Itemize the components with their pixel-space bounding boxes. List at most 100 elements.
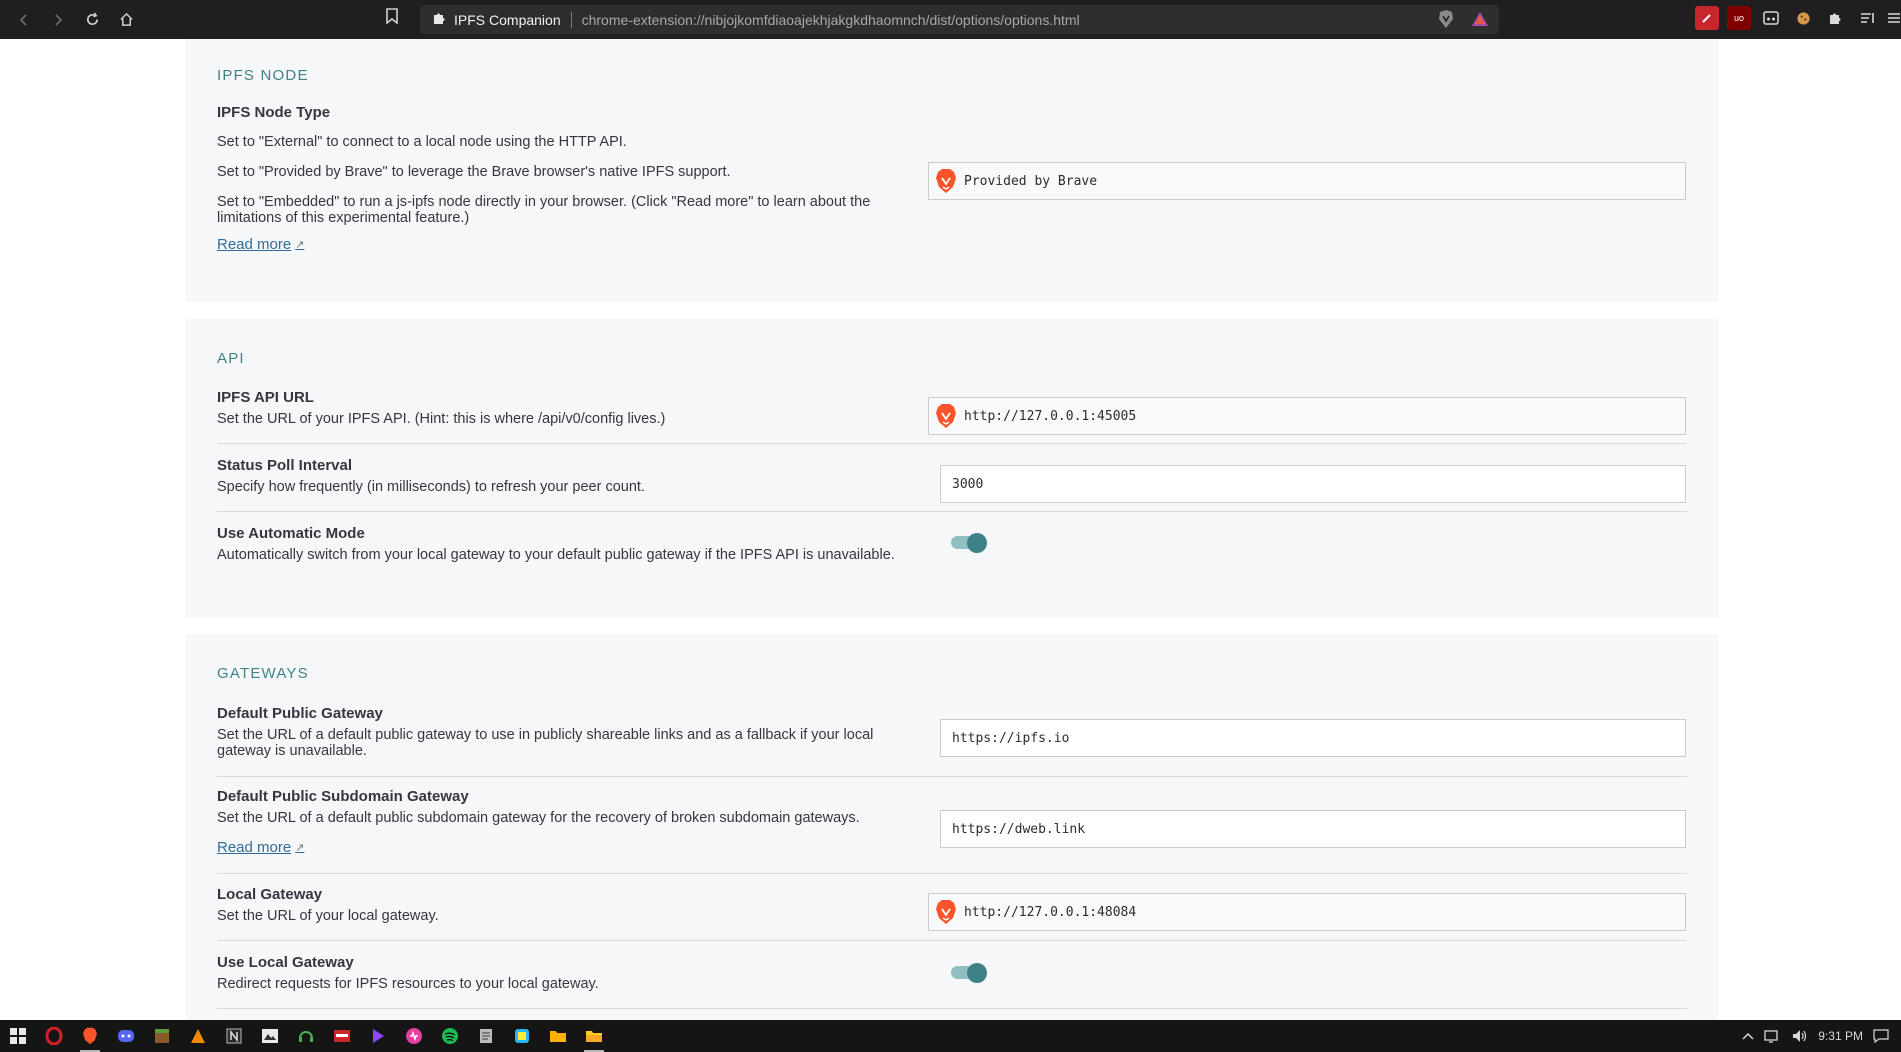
read-more-link-node-type[interactable]: Read more ↗ <box>217 236 304 254</box>
options-page: IPFS NODE IPFS Node Type Set to "Externa… <box>0 39 1901 1020</box>
node-type-desc-brave: Set to "Provided by Brave" to leverage t… <box>217 164 731 180</box>
reload-icon <box>86 12 98 26</box>
photo-app-icon <box>262 1029 278 1043</box>
automatic-mode-toggle[interactable] <box>951 531 987 553</box>
taskbar-twitch[interactable] <box>360 1020 396 1052</box>
use-local-gateway-desc: Redirect requests for IPFS resources to … <box>217 976 599 992</box>
reload-button[interactable] <box>76 4 108 36</box>
section-title-api: API <box>217 350 245 367</box>
arrow-right-icon <box>55 13 63 26</box>
brave-lion-icon <box>936 169 956 193</box>
forward-button[interactable] <box>42 4 74 36</box>
notion-icon <box>226 1028 242 1044</box>
api-url-input[interactable]: http://127.0.0.1:45005 <box>928 397 1686 435</box>
chevron-up-icon[interactable] <box>1742 1032 1754 1040</box>
reader-extension-icon[interactable] <box>1759 6 1783 30</box>
subdomain-gateway-input[interactable]: https://dweb.link <box>940 810 1686 848</box>
brave-lion-icon <box>936 404 956 428</box>
taskbar-brave[interactable] <box>72 1020 108 1052</box>
taskbar-spotify[interactable] <box>432 1020 468 1052</box>
taskbar-headset[interactable] <box>288 1020 324 1052</box>
section-title-gateways: GATEWAYS <box>217 665 309 682</box>
node-type-label: IPFS Node Type <box>217 104 331 121</box>
node-type-select[interactable]: Provided by Brave <box>928 162 1686 200</box>
home-button[interactable] <box>110 4 142 36</box>
twitch-icon <box>373 1029 384 1043</box>
section-title-ipfs-node: IPFS NODE <box>217 67 309 84</box>
read-more-text[interactable]: Read more <box>217 236 291 253</box>
system-tray: 9:31 PM <box>1742 1020 1889 1052</box>
subdomain-gateway-value: https://dweb.link <box>952 821 1086 837</box>
api-url-desc: Set the URL of your IPFS API. (Hint: thi… <box>217 411 666 427</box>
brave-rewards-icon[interactable] <box>1471 9 1489 29</box>
poll-interval-input[interactable]: 3000 <box>940 465 1686 503</box>
start-button[interactable] <box>0 1020 36 1052</box>
vlc-icon <box>191 1029 205 1043</box>
music-icon <box>406 1028 422 1044</box>
taskbar-folder[interactable] <box>540 1020 576 1052</box>
cookie-extension-icon[interactable] <box>1791 6 1815 30</box>
api-url-value: http://127.0.0.1:45005 <box>964 408 1137 424</box>
taskbar-app[interactable] <box>324 1020 360 1052</box>
local-gateway-label: Local Gateway <box>217 886 323 903</box>
windows-taskbar: 9:31 PM <box>0 1020 1901 1052</box>
brave-icon <box>83 1027 97 1045</box>
taskbar-notes[interactable] <box>468 1020 504 1052</box>
read-more-link-subdomain[interactable]: Read more ↗ <box>217 839 304 857</box>
public-gateway-label: Default Public Gateway <box>217 705 383 722</box>
clock[interactable]: 9:31 PM <box>1818 1029 1863 1043</box>
network-icon[interactable] <box>1764 1029 1782 1043</box>
taskbar-music[interactable] <box>396 1020 432 1052</box>
back-button[interactable] <box>8 4 40 36</box>
extensions-puzzle-icon[interactable] <box>1823 6 1847 30</box>
app-icon <box>334 1030 350 1042</box>
notifications-icon[interactable] <box>1873 1029 1889 1043</box>
api-section: API IPFS API URL Set the URL of your IPF… <box>186 319 1718 618</box>
url-text[interactable]: chrome-extension://nibjojkomfdiaoajekhja… <box>582 12 1499 28</box>
arrow-left-icon <box>19 13 27 26</box>
use-local-gateway-toggle[interactable] <box>951 961 987 983</box>
node-type-desc-embedded: Set to "Embedded" to run a js-ipfs node … <box>217 194 871 226</box>
node-type-value: Provided by Brave <box>964 173 1098 189</box>
automatic-mode-desc: Automatically switch from your local gat… <box>217 547 895 563</box>
taskbar-minecraft[interactable] <box>144 1020 180 1052</box>
public-gateway-input[interactable]: https://ipfs.io <box>940 719 1686 757</box>
taskbar-vlc[interactable] <box>180 1020 216 1052</box>
brave-shields-icon[interactable] <box>1437 9 1455 29</box>
read-more-text[interactable]: Read more <box>217 839 291 856</box>
brave-lion-icon <box>936 900 956 924</box>
taskbar-photo-app[interactable] <box>252 1020 288 1052</box>
minecraft-icon <box>155 1029 169 1043</box>
menu-icon[interactable] <box>1887 6 1901 30</box>
toggle-knob <box>967 533 987 553</box>
node-type-desc-external: Set to "External" to connect to a local … <box>217 134 627 150</box>
taskbar-discord[interactable] <box>108 1020 144 1052</box>
external-link-icon: ↗ <box>295 239 305 251</box>
reading-list-icon[interactable] <box>1855 6 1879 30</box>
opera-icon <box>45 1027 63 1045</box>
bookmark-icon[interactable] <box>386 8 398 28</box>
spotify-icon <box>442 1028 458 1044</box>
volume-icon[interactable] <box>1792 1029 1808 1043</box>
taskbar-notion[interactable] <box>216 1020 252 1052</box>
folder-icon <box>550 1031 566 1042</box>
ublock-origin-icon[interactable]: uo <box>1727 6 1751 30</box>
extension-tray: uo <box>1695 6 1901 30</box>
pen-extension-icon[interactable] <box>1695 6 1719 30</box>
site-name: IPFS Companion <box>454 11 561 28</box>
extension-puzzle-icon <box>432 11 446 28</box>
windows-start-icon <box>10 1028 26 1044</box>
use-local-gateway-label: Use Local Gateway <box>217 954 354 971</box>
toggle-knob <box>967 963 987 983</box>
ipfs-node-section: IPFS NODE IPFS Node Type Set to "Externa… <box>186 39 1718 302</box>
local-gateway-input[interactable]: http://127.0.0.1:48084 <box>928 893 1686 931</box>
local-gateway-value: http://127.0.0.1:48084 <box>964 904 1137 920</box>
taskbar-opera[interactable] <box>36 1020 72 1052</box>
taskbar-file-explorer[interactable] <box>576 1020 612 1052</box>
app-icon <box>515 1029 529 1043</box>
address-bar[interactable]: IPFS Companion chrome-extension://nibjoj… <box>420 5 1499 34</box>
taskbar-app-2[interactable] <box>504 1020 540 1052</box>
address-divider <box>570 11 572 28</box>
api-url-label: IPFS API URL <box>217 389 314 406</box>
gateways-section: GATEWAYS Default Public Gateway Set the … <box>186 634 1718 1020</box>
